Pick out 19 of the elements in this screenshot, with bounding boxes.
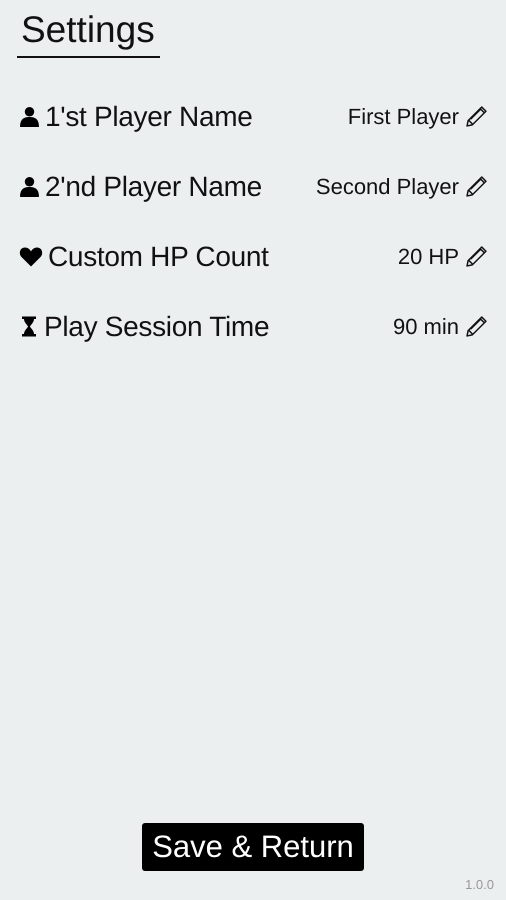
- pencil-icon: [466, 246, 487, 267]
- heart-icon: [19, 246, 43, 267]
- page-title: Settings: [17, 8, 160, 58]
- version-text: 1.0.0: [465, 877, 494, 892]
- setting-label: Play Session Time: [44, 310, 270, 342]
- setting-value: First Player: [348, 104, 459, 130]
- save-button[interactable]: Save & Return: [142, 823, 364, 871]
- pencil-icon: [466, 106, 487, 127]
- setting-label: Custom HP Count: [48, 240, 269, 272]
- setting-value: 90 min: [392, 314, 459, 340]
- setting-label: 2'nd Player Name: [45, 170, 262, 202]
- setting-value: Second Player: [316, 174, 459, 200]
- pencil-icon: [466, 176, 487, 197]
- person-icon: [19, 176, 40, 197]
- setting-label: 1'st Player Name: [45, 100, 253, 132]
- setting-value: 20 HP: [398, 244, 459, 270]
- hourglass-icon: [22, 316, 36, 337]
- pencil-icon: [466, 316, 487, 337]
- person-icon: [19, 106, 40, 127]
